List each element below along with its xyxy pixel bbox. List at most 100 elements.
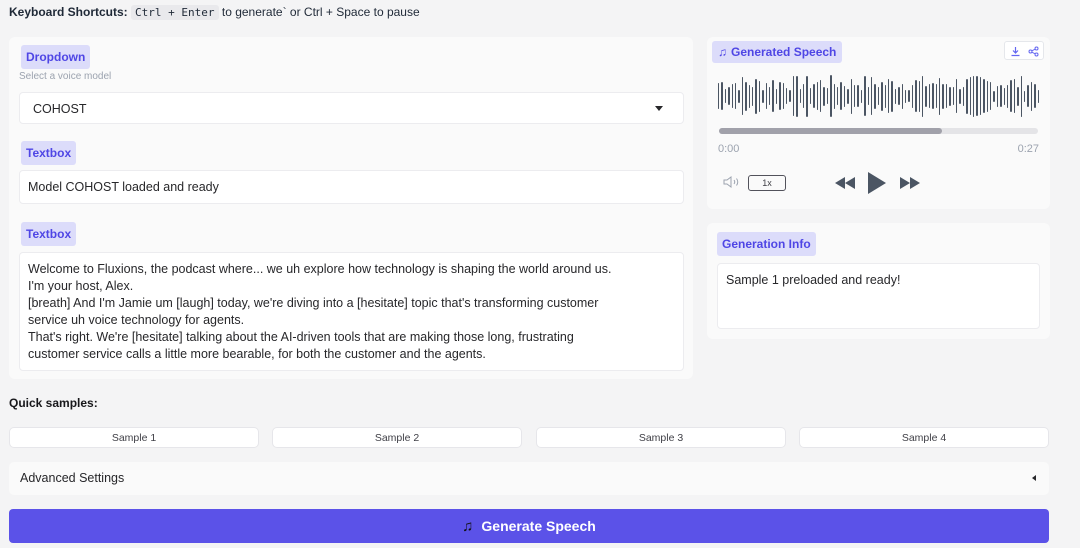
status-textbox[interactable]: Model COHOST loaded and ready: [19, 170, 684, 204]
waveform-bar: [728, 87, 730, 105]
left-panel: Dropdown Select a voice model COHOST Tex…: [9, 37, 693, 379]
waveform-bar: [830, 75, 832, 117]
waveform-bar: [1017, 86, 1019, 106]
waveform-bar: [996, 85, 999, 107]
sample-4-button[interactable]: Sample 4: [799, 427, 1049, 448]
waveform-bar: [1003, 87, 1005, 105]
play-icon[interactable]: [867, 171, 887, 195]
waveform-bar: [1000, 85, 1002, 107]
waveform-bar: [908, 90, 910, 102]
waveform-bar: [942, 83, 944, 109]
waveform-bar: [847, 88, 849, 104]
waveform-bar: [762, 89, 764, 103]
audio-panel: ♫ Generated Speech 0:00 0:27 1x: [707, 37, 1050, 209]
waveform-bar: [1010, 80, 1012, 112]
download-icon[interactable]: [1010, 46, 1021, 57]
waveform-bar: [986, 80, 988, 112]
waveform-bar: [945, 84, 948, 108]
waveform-bar: [857, 85, 859, 107]
waveform-bar: [724, 89, 727, 103]
waveform-bar: [1013, 79, 1016, 113]
waveform-bar: [911, 84, 914, 108]
waveform-bar: [796, 75, 798, 117]
dropdown-selected-value: COHOST: [33, 102, 87, 116]
volume-icon[interactable]: [723, 175, 741, 189]
waveform-bar: [928, 84, 931, 108]
script-textbox-label: Textbox: [21, 222, 77, 246]
advanced-settings-label: Advanced Settings: [20, 471, 125, 485]
waveform-bar: [769, 87, 771, 105]
waveform-bar: [867, 87, 869, 105]
advanced-settings-accordion[interactable]: Advanced Settings: [9, 462, 1049, 495]
waveform-bar: [918, 80, 920, 112]
waveform-bar: [952, 87, 954, 105]
waveform-bar: [837, 87, 839, 105]
status-textbox-label-chip: Textbox: [21, 141, 77, 165]
waveform-bar: [884, 84, 886, 108]
waveform-bar: [850, 78, 852, 114]
waveform-bar: [976, 76, 978, 116]
generation-info-textbox[interactable]: Sample 1 preloaded and ready!: [717, 263, 1040, 329]
script-line: service uh voice technology for agents.: [28, 313, 245, 327]
status-textbox-value: Model COHOST loaded and ready: [28, 180, 219, 194]
waveform[interactable]: [718, 75, 1040, 117]
waveform-bar: [891, 80, 893, 112]
script-line: Welcome to Fluxions, the podcast where..…: [28, 262, 612, 276]
fast-forward-icon[interactable]: [900, 177, 920, 189]
waveform-bar: [843, 85, 846, 107]
status-textbox-label: Textbox: [21, 141, 77, 165]
waveform-bar: [1007, 84, 1009, 108]
generation-info-label-chip: Generation Info: [717, 232, 816, 256]
generate-speech-button[interactable]: ♫ Generate Speech: [9, 509, 1049, 543]
waveform-bar: [969, 77, 971, 115]
sample-3-button[interactable]: Sample 3: [536, 427, 786, 448]
waveform-bar: [962, 86, 965, 106]
waveform-bar: [905, 89, 907, 103]
waveform-bar: [1037, 89, 1039, 103]
generation-info-label: Generation Info: [717, 232, 816, 256]
generation-info-panel: Generation Info Sample 1 preloaded and r…: [707, 223, 1050, 339]
script-line: That's right. We're [hesitate] talking a…: [28, 330, 574, 344]
progress-track[interactable]: [719, 128, 1038, 134]
waveform-bar: [755, 78, 757, 114]
time-current: 0:00: [718, 143, 740, 155]
waveform-bar: [871, 77, 873, 115]
waveform-bar: [881, 81, 883, 111]
waveform-bar: [1027, 85, 1029, 107]
waveform-bar: [806, 75, 808, 117]
waveform-bar: [949, 86, 951, 106]
script-textarea-content: Welcome to Fluxions, the podcast where..…: [28, 261, 678, 363]
waveform-bar: [854, 85, 856, 107]
waveform-bar: [888, 79, 890, 113]
caret-left-icon: [1032, 475, 1036, 481]
rewind-icon[interactable]: [835, 177, 855, 189]
waveform-bar: [735, 83, 737, 109]
playback-speed-button[interactable]: 1x: [748, 175, 786, 191]
waveform-bar: [864, 76, 866, 116]
waveform-bar: [782, 83, 784, 109]
waveform-bar: [745, 81, 747, 111]
waveform-bar: [973, 75, 975, 117]
waveform-bar: [809, 88, 812, 104]
voice-model-dropdown[interactable]: COHOST: [19, 92, 684, 124]
waveform-bar: [721, 82, 723, 110]
waveform-bar: [792, 76, 795, 116]
time-total: 0:27: [1017, 143, 1039, 155]
waveform-bar: [901, 83, 903, 109]
sample-1-button[interactable]: Sample 1: [9, 427, 259, 448]
waveform-bar: [1020, 75, 1022, 117]
script-textarea[interactable]: Welcome to Fluxions, the podcast where..…: [19, 252, 684, 371]
sample-2-button[interactable]: Sample 2: [272, 427, 522, 448]
progress-fill: [719, 128, 943, 134]
waveform-bar: [925, 85, 927, 107]
shortcut-combo: Ctrl + Enter: [131, 5, 219, 20]
waveform-bar: [799, 89, 801, 103]
waveform-bar: [833, 83, 835, 109]
waveform-bar: [718, 83, 720, 109]
waveform-bar: [877, 87, 880, 105]
shortcuts-prefix: Keyboard Shortcuts:: [9, 5, 128, 19]
waveform-bar: [1024, 90, 1026, 102]
shortcuts-description: to generate` or Ctrl + Space to pause: [221, 5, 420, 19]
waveform-bar: [993, 90, 995, 102]
share-icon[interactable]: [1028, 46, 1039, 57]
